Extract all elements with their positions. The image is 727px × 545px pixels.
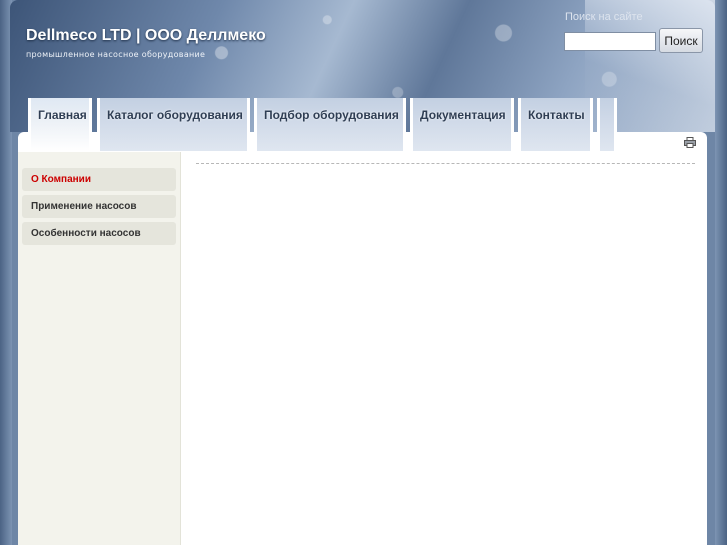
sidebar-item-label: Особенности насосов <box>31 228 141 239</box>
sidebar-item-pump-features[interactable]: Особенности насосов <box>22 222 176 245</box>
tab-extra[interactable] <box>597 98 617 151</box>
tab-label: Главная <box>38 108 87 122</box>
content-panel: О Компании Применение насосов Особенност… <box>18 132 707 545</box>
tab-label: Контакты <box>528 108 585 122</box>
site-title[interactable]: Dellmeco LTD | ООО Деллмеко <box>26 27 266 45</box>
search-input[interactable] <box>564 32 656 51</box>
tab-equipment-selection[interactable]: Подбор оборудования <box>254 98 406 151</box>
tab-documentation[interactable]: Документация <box>410 98 514 151</box>
sidebar: О Компании Применение насосов Особенност… <box>18 152 181 545</box>
sidebar-item-pump-applications[interactable]: Применение насосов <box>22 195 176 218</box>
right-frame <box>715 0 727 545</box>
tab-label: Документация <box>420 108 506 122</box>
content-divider <box>196 163 695 164</box>
tab-label: Подбор оборудования <box>264 108 399 122</box>
print-icon[interactable] <box>684 137 696 148</box>
sidebar-item-label: О Компании <box>31 174 91 185</box>
tab-home[interactable]: Главная <box>28 98 92 151</box>
site-tagline: промышленное насосное оборудование <box>26 50 206 59</box>
search-button[interactable]: Поиск <box>659 28 703 53</box>
search-label: Поиск на сайте <box>565 11 643 23</box>
sidebar-item-about[interactable]: О Компании <box>22 168 176 191</box>
sidebar-item-label: Применение насосов <box>31 201 137 212</box>
tab-catalog[interactable]: Каталог оборудования <box>97 98 250 151</box>
tab-label: Каталог оборудования <box>107 108 243 122</box>
tab-contacts[interactable]: Контакты <box>518 98 593 151</box>
